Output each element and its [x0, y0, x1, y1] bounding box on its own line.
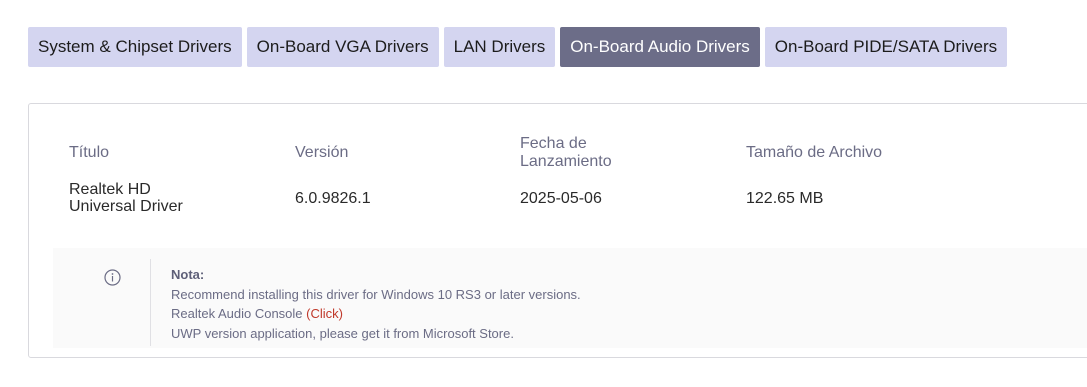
note-box: Nota: Recommend installing this driver f…	[53, 248, 1087, 348]
tab-system-chipset-drivers[interactable]: System & Chipset Drivers	[28, 27, 242, 67]
note-divider	[150, 259, 151, 346]
note-text: Nota: Recommend installing this driver f…	[171, 265, 581, 343]
tab-onboard-pide-sata-drivers[interactable]: On-Board PIDE/SATA Drivers	[764, 27, 1008, 67]
audio-console-click-link[interactable]: (Click)	[306, 306, 343, 321]
driver-category-tabs: System & Chipset Drivers On-Board VGA Dr…	[28, 27, 1008, 67]
note-title: Nota:	[171, 267, 205, 282]
driver-version: 6.0.9826.1	[295, 190, 371, 207]
tab-onboard-vga-drivers[interactable]: On-Board VGA Drivers	[246, 27, 439, 67]
driver-release-date: 2025-05-06	[520, 190, 602, 207]
note-line-2: Realtek Audio Console (Click)	[171, 304, 581, 324]
driver-file-size: 122.65 MB	[746, 190, 824, 207]
driver-title-line2: Universal Driver	[69, 198, 183, 215]
header-version: Versión	[295, 144, 349, 161]
note-line-1: Recommend installing this driver for Win…	[171, 286, 581, 302]
note-line-2-text: Realtek Audio Console	[171, 306, 307, 321]
driver-title-line1: Realtek HD	[69, 181, 151, 198]
driver-panel: Título Versión Fecha de Lanzamiento Tama…	[28, 103, 1087, 358]
header-release-date: Fecha de Lanzamiento	[520, 135, 612, 171]
info-icon	[104, 269, 121, 286]
tab-onboard-audio-drivers[interactable]: On-Board Audio Drivers	[560, 27, 760, 67]
header-release-date-line2: Lanzamiento	[520, 153, 612, 170]
header-file-size: Tamaño de Archivo	[746, 144, 883, 161]
note-line-3: UWP version application, please get it f…	[171, 325, 514, 341]
tab-lan-drivers[interactable]: LAN Drivers	[443, 27, 556, 67]
driver-title: Realtek HD Universal Driver	[69, 181, 183, 215]
header-title: Título	[69, 144, 110, 161]
header-release-date-line1: Fecha de	[520, 135, 587, 152]
